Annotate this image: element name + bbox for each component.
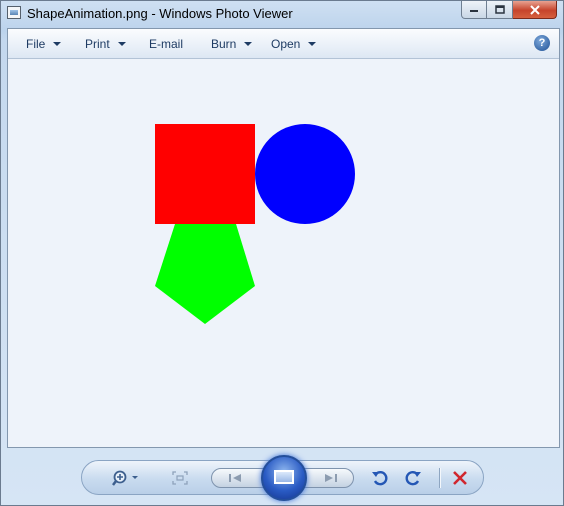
menu-open[interactable]: Open <box>271 37 317 51</box>
menu-email-label: E-mail <box>149 37 184 51</box>
blue-circle <box>255 124 355 224</box>
title-bar[interactable]: ShapeAnimation.png - Windows Photo Viewe… <box>1 1 563 27</box>
zoom-icon <box>112 470 138 486</box>
menu-print-label: Print <box>85 37 110 51</box>
menu-file[interactable]: File <box>26 37 62 51</box>
close-button[interactable] <box>513 1 557 19</box>
slideshow-button[interactable] <box>261 455 307 501</box>
chevron-down-icon <box>244 42 253 46</box>
viewer-area: File Print E-mail Burn Open ? <box>7 28 560 448</box>
window-title: ShapeAnimation.png - Windows Photo Viewe… <box>27 6 293 21</box>
help-icon[interactable]: ? <box>534 35 550 51</box>
previous-button[interactable] <box>222 471 248 485</box>
menu-file-label: File <box>26 37 46 51</box>
bottom-toolbar <box>81 455 484 501</box>
delete-icon <box>453 471 467 485</box>
menu-print[interactable]: Print <box>85 37 126 51</box>
close-icon <box>529 4 540 15</box>
next-button[interactable] <box>318 471 344 485</box>
rotate-counterclockwise-icon <box>372 471 388 486</box>
photo-viewer-window: ShapeAnimation.png - Windows Photo Viewe… <box>0 0 564 506</box>
delete-button[interactable] <box>449 468 471 488</box>
rotate-clockwise-button[interactable] <box>402 468 424 488</box>
rotate-counterclockwise-button[interactable] <box>369 468 391 488</box>
maximize-icon <box>494 5 505 14</box>
menu-burn-label: Burn <box>211 37 237 51</box>
minimize-button[interactable] <box>461 1 487 19</box>
chevron-down-icon <box>308 42 317 46</box>
actual-size-icon <box>172 471 188 485</box>
menu-email[interactable]: E-mail <box>149 37 183 51</box>
chevron-down-icon <box>53 42 62 46</box>
rotate-clockwise-icon <box>405 471 421 486</box>
maximize-button[interactable] <box>487 1 513 19</box>
next-icon <box>325 474 337 482</box>
menu-burn[interactable]: Burn <box>211 37 253 51</box>
slideshow-icon <box>274 470 294 484</box>
chevron-down-icon <box>117 42 126 46</box>
minimize-icon <box>470 9 478 12</box>
zoom-button[interactable] <box>109 469 143 487</box>
displayed-image <box>155 124 355 324</box>
green-pentagon <box>155 224 255 324</box>
menu-bar: File Print E-mail Burn Open ? <box>8 29 559 59</box>
toolbar-divider <box>439 468 440 488</box>
red-square <box>155 124 255 224</box>
actual-size-button[interactable] <box>169 469 191 487</box>
previous-icon <box>229 474 241 482</box>
window-controls <box>461 1 557 20</box>
menu-open-label: Open <box>271 37 301 51</box>
image-canvas <box>8 59 559 447</box>
app-icon[interactable] <box>7 6 21 19</box>
